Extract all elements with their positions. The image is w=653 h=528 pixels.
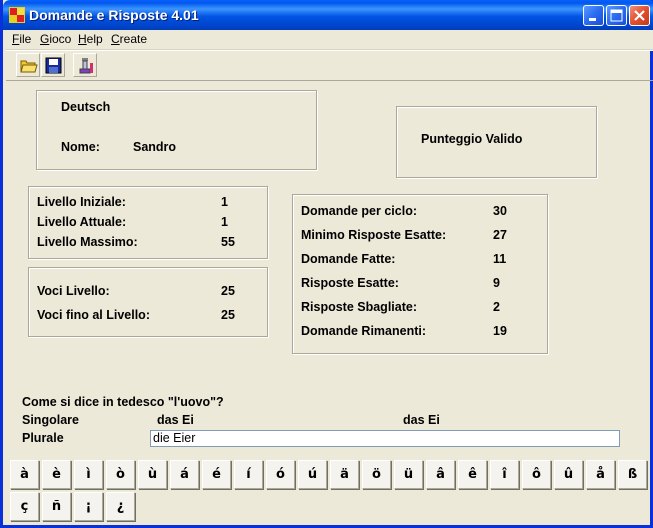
open-button[interactable] xyxy=(16,53,40,77)
menu-create-mnemonic: C xyxy=(111,32,120,46)
menu-gioco-mnemonic: G xyxy=(40,32,50,46)
open-folder-icon xyxy=(20,60,38,73)
current-level-label: Livello Attuale: xyxy=(37,215,127,229)
menu-file-label: ile xyxy=(19,32,32,46)
char-key[interactable]: ñ xyxy=(42,492,71,521)
stat-label: Domande Fatte: xyxy=(301,252,396,266)
stat-label: Minimo Risposte Esatte: xyxy=(301,228,447,242)
char-key[interactable]: è xyxy=(42,460,71,489)
stats-box: Domande per ciclo: 30 Minimo Risposte Es… xyxy=(292,194,548,354)
stat-value: 19 xyxy=(493,324,507,338)
language-label: Deutsch xyxy=(61,100,111,114)
initial-level-label: Livello Iniziale: xyxy=(37,195,126,209)
stat-label: Domande per ciclo: xyxy=(301,204,417,218)
save-button[interactable] xyxy=(41,53,65,77)
char-key[interactable]: ô xyxy=(522,460,551,489)
stat-label: Risposte Sbagliate: xyxy=(301,300,417,314)
app-icon xyxy=(9,7,25,23)
voices-upto-value: 25 xyxy=(221,308,235,322)
menu-create[interactable]: Create xyxy=(111,32,147,46)
char-key[interactable]: ù xyxy=(138,460,167,489)
char-key[interactable]: î xyxy=(490,460,519,489)
max-level-label: Livello Massimo: xyxy=(37,235,138,249)
char-key[interactable]: ¿ xyxy=(106,492,135,521)
menu-create-label: reate xyxy=(119,32,148,46)
char-key[interactable]: â xyxy=(426,460,455,489)
name-label: Nome: xyxy=(61,140,100,154)
current-level-value: 1 xyxy=(221,215,228,229)
score-box: Punteggio Valido xyxy=(396,106,597,178)
char-key[interactable]: ç xyxy=(10,492,39,521)
stat-value: 30 xyxy=(493,204,507,218)
char-key[interactable]: ì xyxy=(74,460,103,489)
minimize-button[interactable] xyxy=(583,5,604,26)
name-value: Sandro xyxy=(133,140,177,154)
menu-help[interactable]: Help xyxy=(78,32,103,46)
char-key[interactable]: ê xyxy=(458,460,487,489)
minimize-icon xyxy=(589,18,596,21)
char-key[interactable]: ó xyxy=(266,460,295,489)
voices-upto-label: Voci fino al Livello: xyxy=(37,308,150,322)
stat-label: Domande Rimanenti: xyxy=(301,324,427,338)
stat-value: 2 xyxy=(493,300,500,314)
player-info-box: Deutsch Nome: Sandro xyxy=(36,90,317,170)
singular-label: Singolare xyxy=(22,413,79,427)
maximize-icon xyxy=(610,9,623,22)
plural-input[interactable]: die Eier xyxy=(150,430,620,447)
menu-help-mnemonic: H xyxy=(78,32,87,46)
plural-label: Plurale xyxy=(22,431,64,445)
menu-gioco-label: ioco xyxy=(49,32,72,46)
char-key[interactable]: í xyxy=(234,460,263,489)
close-button[interactable] xyxy=(629,5,650,26)
char-key[interactable]: å xyxy=(586,460,615,489)
char-key[interactable]: á xyxy=(170,460,199,489)
char-key[interactable]: ú xyxy=(298,460,327,489)
title-bar[interactable]: Domande e Risposte 4.01 xyxy=(3,0,653,30)
stat-value: 11 xyxy=(493,252,507,266)
voices-level-label: Voci Livello: xyxy=(37,284,110,298)
score-label: Punteggio Valido xyxy=(421,132,523,146)
char-key[interactable]: ü xyxy=(394,460,423,489)
save-disk-icon xyxy=(45,57,62,74)
window-title: Domande e Risposte 4.01 xyxy=(29,7,199,23)
char-key[interactable]: à xyxy=(10,460,39,489)
initial-level-value: 1 xyxy=(221,195,228,209)
max-level-value: 55 xyxy=(221,235,235,249)
char-key[interactable]: ¡ xyxy=(74,492,103,521)
close-icon xyxy=(634,10,645,21)
char-key[interactable]: ä xyxy=(330,460,359,489)
main-window: Domande e Risposte 4.01 File Gioco Help … xyxy=(0,0,653,528)
stat-value: 27 xyxy=(493,228,507,242)
menu-gioco[interactable]: Gioco xyxy=(40,32,71,46)
maximize-button[interactable] xyxy=(606,5,627,26)
levels-box: Livello Iniziale: 1 Livello Attuale: 1 L… xyxy=(28,186,268,259)
flask-button[interactable] xyxy=(73,53,97,77)
voices-level-value: 25 xyxy=(221,284,235,298)
menu-bar: File Gioco Help Create xyxy=(6,30,653,50)
char-key[interactable]: û xyxy=(554,460,583,489)
stat-value: 9 xyxy=(493,276,500,290)
flask-icon xyxy=(79,58,93,74)
menu-file[interactable]: File xyxy=(12,32,31,46)
question-text: Come si dice in tedesco "l'uovo"? xyxy=(22,395,224,409)
char-key[interactable]: ö xyxy=(362,460,391,489)
char-key[interactable]: é xyxy=(202,460,231,489)
stat-label: Risposte Esatte: xyxy=(301,276,399,290)
char-key[interactable]: ß xyxy=(618,460,647,489)
voices-box: Voci Livello: 25 Voci fino al Livello: 2… xyxy=(28,267,268,337)
singular-correct-answer: das Ei xyxy=(403,413,440,427)
singular-answer: das Ei xyxy=(157,413,194,427)
menu-help-label: elp xyxy=(86,32,103,46)
toolbar xyxy=(6,50,653,81)
char-key[interactable]: ò xyxy=(106,460,135,489)
